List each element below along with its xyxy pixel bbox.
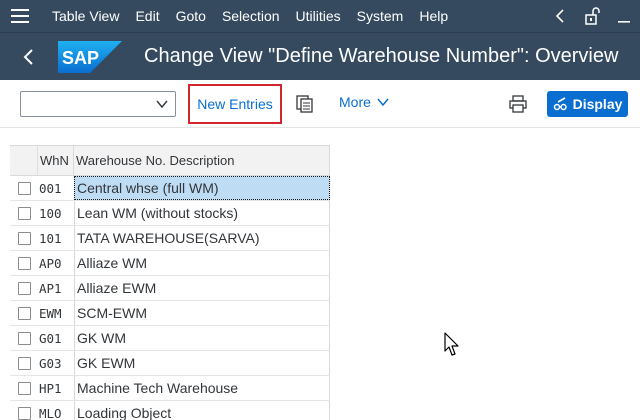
view-select-dropdown[interactable] — [20, 91, 176, 117]
menu-edit[interactable]: Edit — [127, 0, 167, 32]
display-label: Display — [572, 96, 623, 112]
more-label: More — [339, 94, 371, 110]
sap-logo: SAP — [58, 40, 122, 73]
new-entries-label: New Entries — [197, 96, 273, 112]
description-cell[interactable]: TATA WAREHOUSE(SARVA) — [74, 226, 330, 250]
svg-text:SAP: SAP — [62, 48, 99, 68]
row-checkbox[interactable] — [17, 406, 31, 420]
row-checkbox[interactable] — [17, 356, 31, 370]
unlock-icon[interactable] — [576, 0, 608, 32]
description-cell[interactable]: Loading Object — [74, 401, 330, 420]
warehouse-table: WhN Warehouse No. Description 001 Centra… — [10, 145, 330, 420]
whn-cell: AP1 — [39, 280, 62, 296]
description-cell[interactable]: Alliaze WM — [74, 251, 330, 275]
row-checkbox[interactable] — [17, 281, 31, 295]
menu-system[interactable]: System — [349, 0, 412, 32]
description-cell[interactable]: Alliaze EWM — [74, 276, 330, 300]
description-cell[interactable]: Lean WM (without stocks) — [74, 201, 330, 225]
menu-table-view[interactable]: Table View — [40, 0, 127, 32]
whn-cell: G03 — [39, 355, 62, 371]
menu-bar: Table View Edit Goto Selection Utilities… — [0, 0, 640, 32]
whn-cell: MLO — [39, 405, 62, 420]
row-checkbox[interactable] — [17, 331, 31, 345]
whn-cell: 001 — [39, 180, 62, 196]
table-row[interactable]: EWM SCM-EWM — [10, 301, 330, 326]
table-row[interactable]: MLO Loading Object — [10, 401, 330, 420]
print-icon[interactable] — [507, 93, 529, 115]
row-checkbox[interactable] — [17, 256, 31, 270]
row-checkbox[interactable] — [17, 381, 31, 395]
row-checkbox[interactable] — [17, 206, 31, 220]
chevron-down-icon — [156, 100, 168, 109]
table-row[interactable]: AP0 Alliaze WM — [10, 251, 330, 276]
glasses-pencil-icon — [553, 96, 567, 110]
description-cell[interactable]: Central whse (full WM) — [74, 176, 330, 200]
menu-help[interactable]: Help — [411, 0, 456, 32]
whn-cell: AP0 — [39, 255, 62, 271]
menu-icon[interactable] — [0, 0, 40, 32]
table-row[interactable]: 001 Central whse (full WM) — [10, 176, 330, 201]
display-button[interactable]: Display — [547, 91, 628, 117]
description-cell[interactable]: GK WM — [74, 326, 330, 350]
row-checkbox[interactable] — [17, 231, 31, 245]
description-cell[interactable]: GK EWM — [74, 351, 330, 375]
row-checkbox[interactable] — [17, 181, 31, 195]
table-row[interactable]: HP1 Machine Tech Warehouse — [10, 376, 330, 401]
menu-utilities[interactable]: Utilities — [288, 0, 349, 32]
page-title: Change View "Define Warehouse Number": O… — [144, 45, 619, 67]
whn-cell: HP1 — [39, 380, 62, 396]
table-row[interactable]: G03 GK EWM — [10, 351, 330, 376]
table-row[interactable]: AP1 Alliaze EWM — [10, 276, 330, 301]
table-row[interactable]: 100 Lean WM (without stocks) — [10, 201, 330, 226]
content-area: WhN Warehouse No. Description 001 Centra… — [0, 129, 640, 420]
mouse-cursor-icon — [444, 332, 459, 356]
application-toolbar: New Entries More Display — [0, 80, 640, 128]
menu-right-icons — [544, 0, 640, 32]
table-header: WhN Warehouse No. Description — [10, 145, 330, 176]
whn-cell: EWM — [39, 305, 62, 321]
whn-cell: 101 — [39, 230, 62, 246]
table-row[interactable]: G01 GK WM — [10, 326, 330, 351]
whn-cell: 100 — [39, 205, 62, 221]
chevron-down-icon — [377, 98, 389, 107]
more-menu-button[interactable]: More — [339, 94, 389, 110]
new-entries-button[interactable]: New Entries — [188, 84, 282, 124]
description-cell[interactable]: SCM-EWM — [74, 301, 330, 325]
back-arrow-icon[interactable] — [544, 0, 576, 32]
back-chevron-icon[interactable] — [0, 33, 56, 81]
copy-as-icon[interactable] — [294, 93, 316, 115]
description-cell[interactable]: Machine Tech Warehouse — [74, 376, 330, 400]
column-header-whn[interactable]: WhN — [38, 146, 74, 175]
whn-cell: G01 — [39, 330, 62, 346]
select-all-column-header[interactable] — [10, 146, 38, 175]
column-header-description[interactable]: Warehouse No. Description — [74, 146, 330, 175]
row-checkbox[interactable] — [17, 306, 31, 320]
minimize-icon[interactable] — [608, 0, 640, 32]
menu-goto[interactable]: Goto — [168, 0, 214, 32]
title-bar: SAP Change View "Define Warehouse Number… — [0, 32, 640, 80]
menu-selection[interactable]: Selection — [214, 0, 288, 32]
table-row[interactable]: 101 TATA WAREHOUSE(SARVA) — [10, 226, 330, 251]
